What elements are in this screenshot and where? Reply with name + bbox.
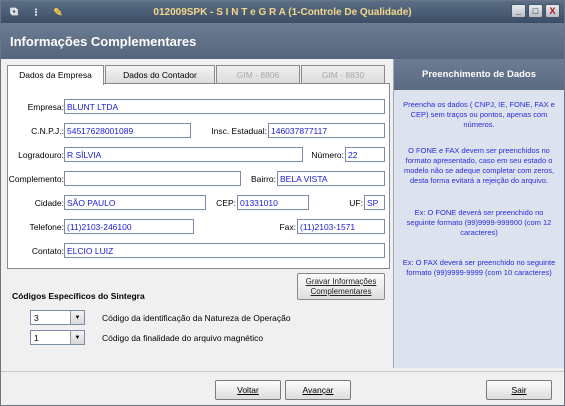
fax-field[interactable]: (11)2103-1571 xyxy=(297,219,385,234)
insc-estadual-field[interactable]: 146037877117 xyxy=(268,123,385,138)
insc-estadual-label: Insc. Estadual: xyxy=(211,126,267,136)
info-paragraph: Ex: O FAX deverá ser preenchido no segui… xyxy=(402,258,556,277)
natureza-value: 3 xyxy=(34,313,39,323)
company-form-panel: Empresa: BLUNT LTDA C.N.P.J.: 5451762800… xyxy=(7,83,390,269)
bottom-bar: Voltar Avançar Sair xyxy=(1,371,564,405)
avancar-label: Avançar xyxy=(302,385,334,395)
close-button[interactable]: X xyxy=(545,4,560,18)
bairro-field[interactable]: BELA VISTA xyxy=(277,171,385,186)
voltar-button[interactable]: Voltar xyxy=(215,380,281,400)
uf-label: UF: xyxy=(349,198,363,208)
numero-field[interactable]: 22 xyxy=(345,147,385,162)
contato-field[interactable]: ELCIO LUIZ xyxy=(64,243,385,258)
cnpj-label: C.N.P.J.: xyxy=(31,126,64,136)
complemento-field[interactable] xyxy=(64,171,241,186)
info-paragraph: Ex: O FONE deverá ser preenchido no segu… xyxy=(406,208,552,237)
tab-dados-contador[interactable]: Dados do Contador xyxy=(105,65,215,84)
tab-gim-8806: GIM - 8806 xyxy=(216,65,300,84)
sair-label: Sair xyxy=(511,385,527,395)
chevron-down-icon[interactable]: ▼ xyxy=(70,311,84,324)
voltar-label: Voltar xyxy=(237,385,259,395)
gravar-informacoes-button[interactable]: Gravar Informações Complementares xyxy=(297,273,385,300)
cidade-field[interactable]: SÃO PAULO xyxy=(64,195,206,210)
natureza-select[interactable]: 3 ▼ xyxy=(30,310,85,325)
info-panel-title: Preenchimento de Dados xyxy=(394,59,564,90)
logradouro-label: Logradouro: xyxy=(18,150,64,160)
logradouro-field[interactable]: R SÍLVIA xyxy=(64,147,303,162)
tab-dados-empresa[interactable]: Dados da Empresa xyxy=(7,65,104,85)
wrench-icon[interactable]: ✎ xyxy=(49,3,67,21)
system-menu-icon[interactable]: ⧉ xyxy=(5,3,23,21)
finalidade-value: 1 xyxy=(34,333,39,343)
cnpj-field[interactable]: 54517628001089 xyxy=(64,123,191,138)
window-title: 012009SPK - S I N T e G R A (1-Controle … xyxy=(153,6,412,18)
telefone-label: Telefone: xyxy=(29,222,65,232)
info-paragraph: Preencha os dados ( CNPJ, IE, FONE, FAX … xyxy=(403,100,555,129)
uf-field[interactable]: SP xyxy=(364,195,385,210)
main-window: ⧉ ⁝ ✎ 012009SPK - S I N T e G R A (1-Con… xyxy=(0,0,565,406)
chevron-down-icon[interactable]: ▼ xyxy=(70,331,84,344)
complemento-label: Complemento: xyxy=(8,174,64,184)
gravar-line1: Gravar Informações xyxy=(305,277,377,286)
minimize-button[interactable]: _ xyxy=(511,4,526,18)
contato-label: Contato: xyxy=(31,246,64,256)
codes-section-title: Códigos Específicos do Sintegra xyxy=(12,291,145,301)
finalidade-select[interactable]: 1 ▼ xyxy=(30,330,85,345)
avancar-button[interactable]: Avançar xyxy=(285,380,351,400)
sair-button[interactable]: Sair xyxy=(486,380,552,400)
cep-field[interactable]: 01331010 xyxy=(237,195,309,210)
fax-label: Fax: xyxy=(279,222,296,232)
telefone-field[interactable]: (11)2103-246100 xyxy=(64,219,194,234)
traffic-light-icon[interactable]: ⁝ xyxy=(27,3,45,21)
tab-bar: Dados da Empresa Dados do Contador GIM -… xyxy=(7,65,386,85)
bairro-label: Bairro: xyxy=(250,174,276,184)
empresa-label: Empresa: xyxy=(27,102,64,112)
info-panel: Preenchimento de Dados Preencha os dados… xyxy=(393,59,564,368)
info-paragraph: O FONE e FAX devem ser preenchidos no fo… xyxy=(403,146,555,185)
natureza-label: Código da identificação da Natureza de O… xyxy=(102,313,291,323)
cep-label: CEP: xyxy=(216,198,236,208)
maximize-button[interactable]: □ xyxy=(528,4,543,18)
numero-label: Número: xyxy=(311,150,344,160)
gravar-line2: Complementares xyxy=(310,287,372,296)
tab-gim-8830: GIM - 8830 xyxy=(301,65,385,84)
page-title: Informações Complementares xyxy=(1,23,564,59)
title-bar: ⧉ ⁝ ✎ 012009SPK - S I N T e G R A (1-Con… xyxy=(1,1,564,23)
cidade-label: Cidade: xyxy=(34,198,64,208)
empresa-field[interactable]: BLUNT LTDA xyxy=(64,99,385,114)
finalidade-label: Código da finalidade do arquivo magnétic… xyxy=(102,333,264,343)
